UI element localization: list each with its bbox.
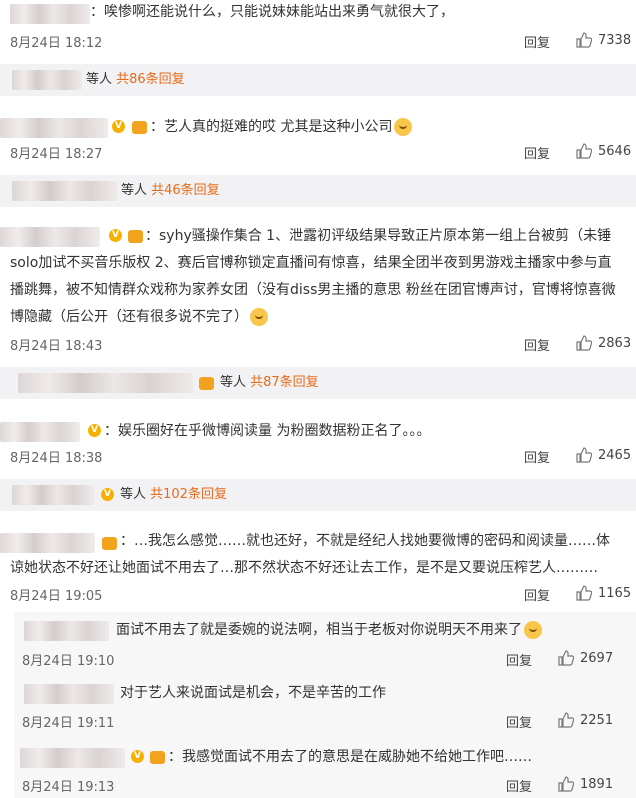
like-count: 5646 [598, 143, 632, 159]
reply-button[interactable]: 回复 [524, 32, 550, 51]
reply-summary-prefix: 等人 [86, 72, 117, 87]
nested-reply-date: 8月24日 19:13 [22, 780, 115, 795]
comment-date: 8月24日 18:38 [10, 451, 103, 466]
comment-text-line: ：syhy骚操作集合 1、泄露初评级结果导致正片原本第一组上台被剪（未锤 [145, 228, 612, 244]
reply-summary-prefix: 等人 [120, 487, 151, 502]
reply-button[interactable]: 回复 [524, 335, 550, 354]
nested-reply-text: 对于艺人来说面试是机会，不是辛苦的工作 [120, 685, 386, 701]
reply-summary[interactable]: 等人 共86条回复 [86, 64, 185, 96]
reply-count-link[interactable]: 共46条回复 [151, 183, 220, 198]
like-count: 1165 [598, 585, 632, 601]
reply-count-link[interactable]: 共102条回复 [150, 487, 227, 502]
shocked-emoji-icon [524, 621, 542, 639]
username-blurred[interactable] [0, 533, 95, 553]
reply-summary-prefix: 等人 [220, 375, 251, 390]
username-blurred[interactable] [0, 422, 80, 442]
like-button[interactable]: 2863 [576, 335, 631, 351]
reply-button[interactable]: 回复 [524, 447, 550, 466]
username-blurred[interactable] [24, 621, 109, 641]
flushed-emoji-icon [250, 308, 268, 326]
comment-date: 8月24日 19:05 [10, 589, 103, 604]
thumbs-up-icon [558, 712, 574, 728]
reply-summary[interactable]: 等人 共46条回复 [121, 175, 220, 207]
thumbs-up-icon [558, 776, 574, 792]
like-count: 2697 [580, 650, 614, 666]
like-button[interactable]: 7338 [576, 32, 631, 48]
comment-text-line: 谅她状态不好还让她面试不用去了…那不然状态不好还让去工作，是不是又要说压榨艺人…… [10, 560, 598, 576]
crown-icon [102, 537, 117, 550]
thumbs-up-icon [576, 32, 592, 48]
comment-date: 8月24日 18:27 [10, 147, 103, 162]
reply-summary[interactable]: 等人 共102条回复 [120, 479, 227, 511]
comment-text-line: solo加试不买音乐版权 2、赛后官博称锁定直播间有惊喜，结果全团半夜到男游戏主… [10, 255, 612, 271]
reply-button[interactable]: 回复 [524, 585, 550, 604]
comment-text: ：唉惨啊还能说什么，只能说妹妹能站出来勇气就很大了， [90, 4, 454, 20]
thumbs-up-icon [558, 650, 574, 666]
reply-button[interactable]: 回复 [506, 776, 532, 795]
like-button[interactable]: 5646 [576, 143, 631, 159]
thumbs-up-icon [576, 447, 592, 463]
reply-summary-bar[interactable] [0, 479, 636, 511]
crown-icon [132, 121, 147, 134]
grimace-emoji-icon [394, 118, 413, 136]
username-blurred[interactable] [0, 227, 100, 247]
username-blurred[interactable] [12, 70, 82, 90]
nested-reply-date: 8月24日 19:11 [22, 716, 115, 731]
v-badge-icon: V [109, 229, 122, 242]
thumbs-up-icon [576, 585, 592, 601]
comment-date: 8月24日 18:43 [10, 339, 103, 354]
reply-button[interactable]: 回复 [506, 650, 532, 669]
reply-button[interactable]: 回复 [506, 712, 532, 731]
username-blurred[interactable] [0, 118, 108, 138]
like-button[interactable]: 1165 [576, 585, 631, 601]
nested-reply-text: ：我感觉面试不用去了的意思是在威胁她不给她工作吧…… [168, 749, 532, 765]
comment-text: ：娱乐圈好在乎微博阅读量 为粉圈数据粉正名了。。。 [104, 423, 431, 439]
like-count: 1891 [580, 776, 614, 792]
v-badge-icon: V [88, 424, 101, 437]
username-blurred[interactable] [20, 748, 125, 768]
comment-date: 8月24日 18:12 [10, 36, 103, 51]
like-count: 7338 [598, 32, 632, 48]
like-button[interactable]: 1891 [558, 776, 613, 792]
comment-text-line: 博隐藏（后公开（还有很多说不完了） [10, 305, 268, 329]
username-blurred[interactable] [18, 373, 193, 393]
like-count: 2465 [598, 447, 632, 463]
thumbs-up-icon [576, 335, 592, 351]
reply-summary-prefix: 等人 [121, 183, 152, 198]
nested-reply-text: 面试不用去了就是委婉的说法啊，相当于老板对你说明天不用来了 [116, 618, 542, 642]
crown-icon [199, 377, 214, 390]
crown-icon [128, 230, 143, 243]
username-blurred[interactable] [24, 684, 114, 704]
v-badge-icon: V [131, 750, 144, 763]
crown-icon [150, 751, 165, 764]
reply-button[interactable]: 回复 [524, 143, 550, 162]
reply-count-link[interactable]: 共86条回复 [116, 72, 185, 87]
reply-summary[interactable]: 等人 共87条回复 [220, 367, 319, 399]
reply-count-link[interactable]: 共87条回复 [250, 375, 319, 390]
like-button[interactable]: 2251 [558, 712, 613, 728]
username-blurred[interactable] [12, 485, 94, 505]
v-badge-icon: V [101, 488, 114, 501]
comment-text-line: 播跳舞，被不知情群众戏称为家养女团（没有diss男主播的意思 粉丝在团官博声讨，… [10, 282, 616, 298]
nested-reply-date: 8月24日 19:10 [22, 654, 115, 669]
username-blurred[interactable] [10, 4, 90, 24]
comment-text-line: ：…我怎么感觉……就也还好，不就是经纪人找她要微博的密码和阅读量……体 [120, 533, 610, 549]
like-button[interactable]: 2697 [558, 650, 613, 666]
v-badge-icon: V [112, 120, 125, 133]
thumbs-up-icon [576, 143, 592, 159]
username-blurred[interactable] [12, 181, 117, 201]
like-count: 2251 [580, 712, 614, 728]
like-count: 2863 [598, 335, 632, 351]
comment-text: ：艺人真的挺难的哎 尤其是这种小公司 [150, 115, 413, 139]
like-button[interactable]: 2465 [576, 447, 631, 463]
